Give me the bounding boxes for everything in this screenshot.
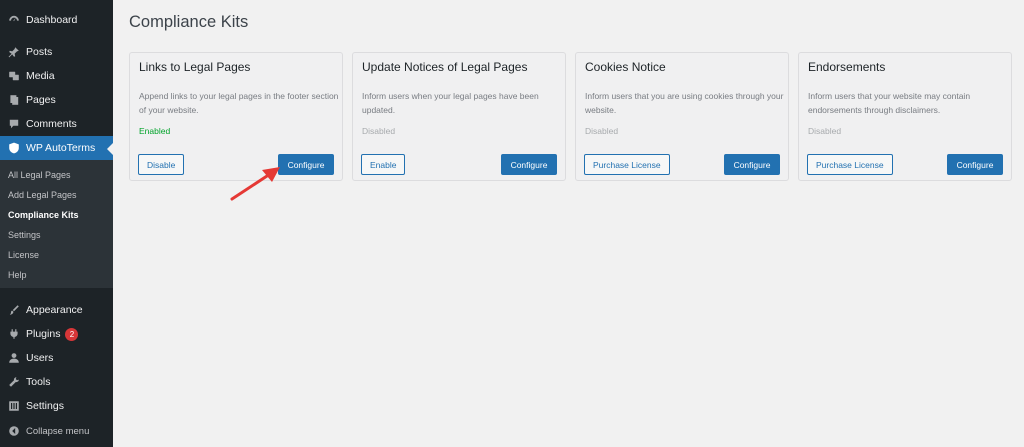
submenu-item-settings[interactable]: Settings [8, 230, 41, 240]
sidebar-item-label: Tools [26, 376, 51, 388]
sidebar-item-label: Appearance [26, 304, 83, 316]
configure-button[interactable]: Configure [947, 154, 1003, 175]
collapse-menu-button[interactable]: Collapse menu [0, 419, 113, 443]
status-label: Disabled [808, 126, 842, 136]
status-label: Disabled [585, 126, 619, 136]
sidebar-item-label: Pages [26, 94, 56, 106]
enable-button[interactable]: Enable [361, 154, 406, 175]
card-cookies-notice: Cookies Notice Inform users that you are… [575, 52, 789, 181]
admin-sidebar: Dashboard Posts Media Pages Comments WP … [0, 0, 113, 447]
page-title: Compliance Kits [129, 13, 249, 31]
sliders-icon [8, 400, 20, 412]
sidebar-item-label: WP AutoTerms [26, 142, 96, 154]
status-label: Disabled [362, 126, 396, 136]
configure-button[interactable]: Configure [724, 154, 780, 175]
sidebar-item-label: Dashboard [26, 14, 78, 26]
sidebar-item-comments[interactable]: Comments [0, 112, 113, 136]
current-menu-arrow [107, 143, 113, 155]
comment-icon [8, 118, 20, 130]
sidebar-item-plugins[interactable]: Plugins 2 [0, 322, 113, 346]
sidebar-item-label: Users [26, 352, 54, 364]
sidebar-item-dashboard[interactable]: Dashboard [0, 8, 113, 32]
card-description: Inform users that you are using cookies … [585, 91, 784, 115]
submenu-item-help[interactable]: Help [8, 270, 27, 280]
sidebar-item-tools[interactable]: Tools [0, 370, 113, 394]
sidebar-item-wp-autoterms[interactable]: WP AutoTerms [0, 136, 113, 160]
sidebar-item-media[interactable]: Media [0, 64, 113, 88]
sidebar-item-label: Plugins [26, 328, 61, 340]
brush-icon [8, 304, 20, 316]
sidebar-item-label: Settings [26, 400, 64, 412]
annotation-arrow-icon [230, 167, 280, 201]
sidebar-submenu: All Legal Pages Add Legal Pages Complian… [0, 160, 113, 288]
submenu-item-license[interactable]: License [8, 250, 39, 260]
sidebar-item-label: Posts [26, 46, 53, 58]
card-endorsements: Endorsements Inform users that your webs… [798, 52, 1012, 181]
sidebar-item-appearance[interactable]: Appearance [0, 298, 113, 322]
plug-icon [8, 328, 20, 340]
card-title: Cookies Notice [585, 60, 666, 74]
disable-button[interactable]: Disable [138, 154, 185, 175]
submenu-item-compliance-kits[interactable]: Compliance Kits [8, 210, 79, 220]
configure-button[interactable]: Configure [501, 154, 557, 175]
card-description: Append links to your legal pages in the … [139, 91, 339, 115]
sidebar-item-label: Collapse menu [26, 425, 90, 437]
purchase-license-button[interactable]: Purchase License [584, 154, 670, 175]
card-description: Inform users when your legal pages have … [362, 91, 539, 115]
card-title: Endorsements [808, 60, 886, 74]
card-title: Update Notices of Legal Pages [362, 60, 528, 74]
card-update-notices: Update Notices of Legal Pages Inform use… [352, 52, 566, 181]
purchase-license-button[interactable]: Purchase License [807, 154, 893, 175]
collapse-icon [8, 425, 20, 437]
media-icon [8, 70, 20, 82]
sidebar-item-label: Comments [26, 118, 77, 130]
shield-icon [8, 142, 20, 154]
dashboard-icon [8, 14, 20, 26]
pages-icon [8, 94, 20, 106]
card-description: Inform users that your website may conta… [808, 91, 971, 115]
sidebar-item-label: Media [26, 70, 55, 82]
wrench-icon [8, 376, 20, 388]
card-title: Links to Legal Pages [139, 60, 251, 74]
sidebar-item-pages[interactable]: Pages [0, 88, 113, 112]
sidebar-item-posts[interactable]: Posts [0, 40, 113, 64]
sidebar-item-settings[interactable]: Settings [0, 394, 113, 418]
submenu-item-all-legal-pages[interactable]: All Legal Pages [8, 170, 71, 180]
submenu-item-add-legal-pages[interactable]: Add Legal Pages [8, 190, 77, 200]
status-label: Enabled [139, 126, 171, 136]
update-count-badge: 2 [65, 327, 79, 341]
user-icon [8, 352, 20, 364]
sidebar-item-users[interactable]: Users [0, 346, 113, 370]
configure-button[interactable]: Configure [278, 154, 334, 175]
pin-icon [8, 46, 20, 58]
